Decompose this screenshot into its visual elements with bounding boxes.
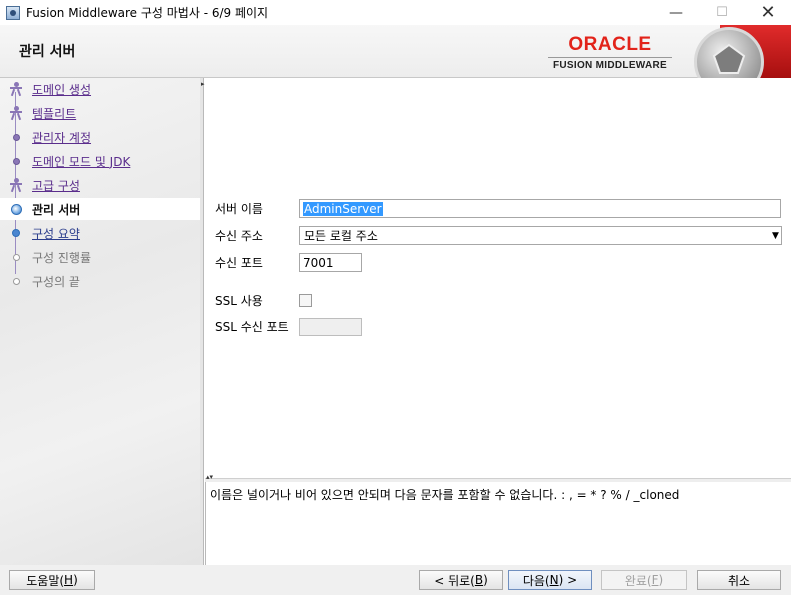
fusion-middleware-wordmark: FUSION MIDDLEWARE <box>553 60 667 71</box>
ssl-enable-label: SSL 사용 <box>215 293 263 308</box>
future-step-dot-icon <box>9 270 23 292</box>
maximize-button[interactable]: ☐ <box>699 0 745 25</box>
server-name-row: 서버 이름 <box>215 198 299 218</box>
help-button[interactable]: 도움말(H) <box>9 570 95 590</box>
step-advanced-config[interactable]: 고급 구성 <box>0 174 200 196</box>
listen-port-label: 수신 포트 <box>215 255 263 270</box>
window-title: Fusion Middleware 구성 마법사 - 6/9 페이지 <box>26 6 269 20</box>
step-label: 구성 진행률 <box>32 250 92 265</box>
title-bar: Fusion Middleware 구성 마법사 - 6/9 페이지 — ☐ ✕ <box>0 0 791 25</box>
completed-step-icon <box>9 174 23 196</box>
finish-button[interactable]: 완료(F) <box>601 570 687 590</box>
step-label: 구성의 끝 <box>32 274 80 289</box>
minimize-button[interactable]: — <box>653 0 699 25</box>
window-controls: — ☐ ✕ <box>653 0 791 25</box>
completed-step-dot-icon <box>9 126 23 148</box>
step-label: 관리 서버 <box>32 202 81 217</box>
step-config-summary[interactable]: 구성 요약 <box>0 222 200 244</box>
step-label: 구성 요약 <box>32 226 80 241</box>
server-name-label: 서버 이름 <box>215 201 263 216</box>
collapse-arrow-icon[interactable]: ▸ <box>201 81 205 88</box>
step-templates[interactable]: 템플리트 <box>0 102 200 124</box>
wizard-header: 관리 서버 ORACLE FUSION MIDDLEWARE <box>0 25 791 78</box>
validation-message: 이름은 널이거나 비어 있으면 안되며 다음 문자를 포함할 수 없습니다. :… <box>205 482 791 565</box>
next-button-label: 다음( <box>522 573 550 588</box>
finish-suffix: ) <box>658 573 664 587</box>
wizard-footer: 도움말(H) < 뒤로(B) 다음(N) > 완료(F) 취소 <box>0 565 791 595</box>
server-name-input[interactable]: AdminServer <box>299 199 781 218</box>
next-mnemonic: N <box>549 573 559 587</box>
next-step-dot-icon <box>9 222 23 244</box>
ssl-enable-row: SSL 사용 <box>215 290 299 310</box>
next-button[interactable]: 다음(N) > <box>508 570 592 590</box>
step-label: 고급 구성 <box>32 178 80 193</box>
app-icon <box>6 5 20 20</box>
help-suffix: ) <box>73 573 78 587</box>
help-button-label: 도움말( <box>26 573 65 588</box>
step-domain-mode-jdk[interactable]: 도메인 모드 및 JDK <box>0 150 200 172</box>
step-label: 관리자 계정 <box>32 130 92 145</box>
ssl-enable-checkbox[interactable] <box>299 294 312 307</box>
step-label: 도메인 생성 <box>32 82 92 97</box>
main-form-panel: 서버 이름 AdminServer 수신 주소 모든 로컬 주소 ▼ 수신 포트… <box>205 78 791 478</box>
step-label: 도메인 모드 및 JDK <box>32 154 131 169</box>
oracle-logo: ORACLE FUSION MIDDLEWARE <box>548 35 672 71</box>
fusion-emblem-icon <box>682 25 791 78</box>
step-admin-server[interactable]: 관리 서버 <box>0 198 200 220</box>
step-config-progress: 구성 진행률 <box>0 246 200 268</box>
back-button[interactable]: < 뒤로(B) <box>419 570 503 590</box>
close-button[interactable]: ✕ <box>745 0 791 25</box>
ssl-port-input <box>299 318 362 336</box>
server-name-value: AdminServer <box>303 201 383 216</box>
step-domain-create[interactable]: 도메인 생성 <box>0 78 200 100</box>
listen-address-value: 모든 로컬 주소 <box>304 229 378 243</box>
listen-address-row: 수신 주소 <box>215 225 299 245</box>
completed-step-icon <box>9 78 23 100</box>
completed-step-dot-icon <box>9 150 23 172</box>
dropdown-arrow-icon[interactable]: ▼ <box>770 227 781 244</box>
logo-divider <box>548 57 672 58</box>
finish-button-label: 완료( <box>624 573 652 588</box>
ssl-port-row: SSL 수신 포트 <box>215 316 299 336</box>
listen-address-select[interactable]: 모든 로컬 주소 ▼ <box>299 226 782 245</box>
current-step-icon <box>9 198 23 220</box>
next-suffix: ) > <box>558 573 578 587</box>
oracle-wordmark: ORACLE <box>568 34 652 55</box>
future-step-dot-icon <box>9 246 23 268</box>
page-title: 관리 서버 <box>19 44 76 60</box>
wizard-steps-nav: 도메인 생성 템플리트 관리자 계정 도메인 모드 및 JDK 고급 구성 관리… <box>0 78 200 565</box>
back-suffix: ) <box>483 573 488 587</box>
step-label: 템플리트 <box>32 106 77 121</box>
help-mnemonic: H <box>64 573 74 587</box>
step-admin-account[interactable]: 관리자 계정 <box>0 126 200 148</box>
completed-step-icon <box>9 102 23 124</box>
cancel-button[interactable]: 취소 <box>697 570 781 590</box>
listen-port-value: 7001 <box>303 255 334 270</box>
finish-mnemonic: F <box>651 573 659 587</box>
ssl-port-label: SSL 수신 포트 <box>215 319 289 334</box>
split-arrows-icon[interactable]: ▴▾ <box>206 474 213 481</box>
step-config-end: 구성의 끝 <box>0 270 200 292</box>
listen-port-input[interactable]: 7001 <box>299 253 362 272</box>
back-mnemonic: B <box>474 573 484 587</box>
vertical-splitter[interactable] <box>200 78 204 565</box>
listen-port-row: 수신 포트 <box>215 252 299 272</box>
listen-address-label: 수신 주소 <box>215 228 263 243</box>
back-button-label: < 뒤로( <box>434 573 475 588</box>
